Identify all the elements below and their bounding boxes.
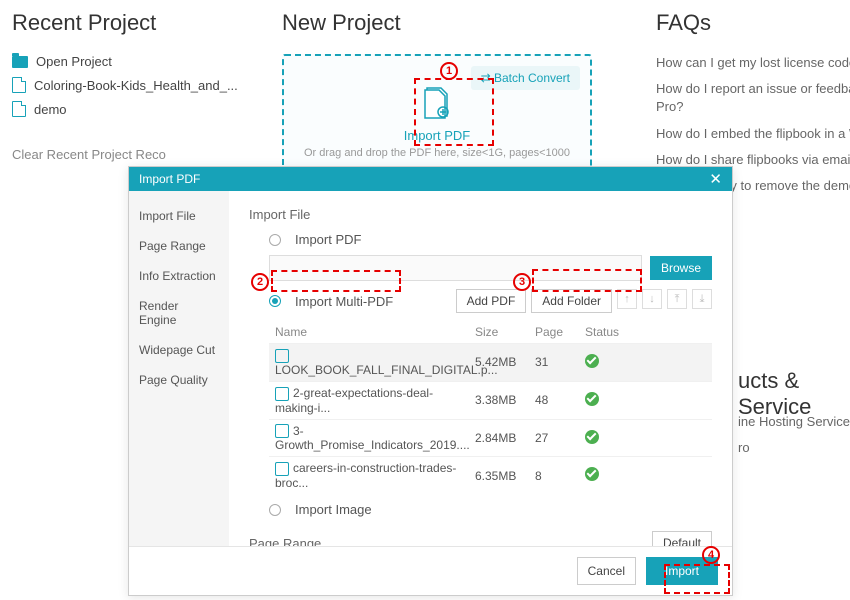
- table-header: Name Size Page Status: [269, 321, 712, 343]
- open-project[interactable]: Open Project: [12, 54, 267, 69]
- radio-label-import-pdf: Import PDF: [295, 232, 361, 247]
- multi-pdf-table: Name Size Page Status LOOK_BOOK_FALL_FIN…: [269, 321, 712, 494]
- faq-item[interactable]: How do I report an issue or feedback in …: [656, 80, 850, 116]
- faq-item[interactable]: How do I embed the flipbook in a WordPre: [656, 125, 850, 143]
- cell-name: 3-Growth_Promise_Indicators_2019....: [275, 424, 475, 453]
- table-row[interactable]: careers-in-construction-trades-broc...6.…: [269, 456, 712, 494]
- recent-project-panel: Recent Project Open Project Coloring-Boo…: [12, 10, 267, 162]
- cell-page: 48: [535, 393, 585, 407]
- cell-page: 27: [535, 431, 585, 445]
- radio-import-multi-pdf[interactable]: [269, 295, 281, 307]
- recent-item-label: Coloring-Book-Kids_Health_and_...: [34, 78, 238, 93]
- section-import-file: Import File: [249, 207, 712, 222]
- new-title: New Project: [282, 10, 592, 36]
- cell-page: 8: [535, 469, 585, 483]
- cell-status: [585, 467, 655, 484]
- products-item[interactable]: ine Hosting Service: [738, 414, 850, 429]
- table-row[interactable]: 2-great-expectations-deal-making-i...3.3…: [269, 381, 712, 419]
- folder-icon: [12, 56, 28, 68]
- th-name: Name: [275, 325, 475, 339]
- status-ok-icon: [585, 392, 599, 406]
- th-page: Page: [535, 325, 585, 339]
- radio-import-pdf[interactable]: [269, 234, 281, 246]
- products-item[interactable]: ro: [738, 440, 750, 455]
- side-item-widepage-cut[interactable]: Widepage Cut: [129, 335, 229, 365]
- cell-status: [585, 354, 655, 371]
- batch-label: Batch Convert: [494, 71, 570, 85]
- table-row[interactable]: 3-Growth_Promise_Indicators_2019....2.84…: [269, 419, 712, 457]
- default-button[interactable]: Default: [652, 531, 712, 546]
- dialog-main: Import File Import PDF Browse Import Mul…: [229, 191, 732, 546]
- status-ok-icon: [585, 467, 599, 481]
- pdf-icon: [275, 424, 289, 438]
- browse-button[interactable]: Browse: [650, 256, 712, 280]
- side-item-render-engine[interactable]: Render Engine: [129, 291, 229, 335]
- dialog-title: Import PDF: [139, 172, 200, 186]
- clear-recent[interactable]: Clear Recent Project Reco: [12, 147, 267, 162]
- dialog-sidebar: Import File Page Range Info Extraction R…: [129, 191, 229, 546]
- move-down-icon[interactable]: ↓: [642, 289, 662, 309]
- file-icon: [12, 101, 26, 117]
- move-up-icon[interactable]: ↑: [617, 289, 637, 309]
- status-ok-icon: [585, 354, 599, 368]
- open-project-label: Open Project: [36, 54, 112, 69]
- cell-size: 3.38MB: [475, 393, 535, 407]
- add-pdf-button[interactable]: Add PDF: [456, 289, 527, 313]
- side-item-import-file[interactable]: Import File: [129, 201, 229, 231]
- pdf-icon: [275, 349, 289, 363]
- recent-item[interactable]: demo: [12, 101, 267, 117]
- cell-size: 2.84MB: [475, 431, 535, 445]
- pdf-icon: [275, 387, 289, 401]
- drag-note: Or drag and drop the PDF here, size<1G, …: [294, 147, 580, 159]
- pdf-icon: [275, 462, 289, 476]
- th-size: Size: [475, 325, 535, 339]
- file-icon: [12, 77, 26, 93]
- dialog-header: Import PDF ✕: [129, 167, 732, 191]
- side-item-page-range[interactable]: Page Range: [129, 231, 229, 261]
- new-project-panel: New Project ⇄ Batch Convert Import PDF O…: [282, 10, 592, 175]
- import-button[interactable]: Import: [646, 557, 718, 585]
- recent-title: Recent Project: [12, 10, 267, 36]
- products-title: ucts & Service: [738, 368, 850, 420]
- cell-status: [585, 392, 655, 409]
- cell-name: 2-great-expectations-deal-making-i...: [275, 386, 475, 415]
- import-pdf-icon: [417, 82, 457, 122]
- pdf-path-input[interactable]: [269, 255, 642, 281]
- import-dropzone[interactable]: ⇄ Batch Convert Import PDF Or drag and d…: [282, 54, 592, 175]
- cell-name: LOOK_BOOK_FALL_FINAL_DIGITAL.p...: [275, 348, 475, 377]
- table-row[interactable]: LOOK_BOOK_FALL_FINAL_DIGITAL.p...5.42MB3…: [269, 343, 712, 381]
- side-item-page-quality[interactable]: Page Quality: [129, 365, 229, 395]
- cell-size: 5.42MB: [475, 355, 535, 369]
- cell-status: [585, 430, 655, 447]
- side-item-info-extraction[interactable]: Info Extraction: [129, 261, 229, 291]
- dialog-footer: Cancel Import: [129, 546, 732, 595]
- section-page-range: Page Range: [249, 536, 321, 546]
- move-top-icon[interactable]: ⤒: [667, 289, 687, 309]
- cell-page: 31: [535, 355, 585, 369]
- recent-item-label: demo: [34, 102, 67, 117]
- radio-import-image[interactable]: [269, 504, 281, 516]
- move-bottom-icon[interactable]: ⤓: [692, 289, 712, 309]
- recent-item[interactable]: Coloring-Book-Kids_Health_and_...: [12, 77, 267, 93]
- import-pdf-label: Import PDF: [294, 128, 580, 143]
- cancel-button[interactable]: Cancel: [577, 557, 636, 585]
- cell-size: 6.35MB: [475, 469, 535, 483]
- close-icon[interactable]: ✕: [709, 170, 722, 188]
- batch-convert-button[interactable]: ⇄ Batch Convert: [471, 66, 580, 90]
- cell-name: careers-in-construction-trades-broc...: [275, 461, 475, 490]
- faq-title: FAQs: [656, 10, 850, 36]
- status-ok-icon: [585, 430, 599, 444]
- faq-item[interactable]: How can I get my lost license code?: [656, 54, 850, 72]
- radio-label-multi-pdf: Import Multi-PDF: [295, 294, 393, 309]
- th-status: Status: [585, 325, 655, 339]
- add-folder-button[interactable]: Add Folder: [531, 289, 612, 313]
- import-pdf-dialog: Import PDF ✕ Import File Page Range Info…: [128, 166, 733, 596]
- radio-label-import-image: Import Image: [295, 502, 372, 517]
